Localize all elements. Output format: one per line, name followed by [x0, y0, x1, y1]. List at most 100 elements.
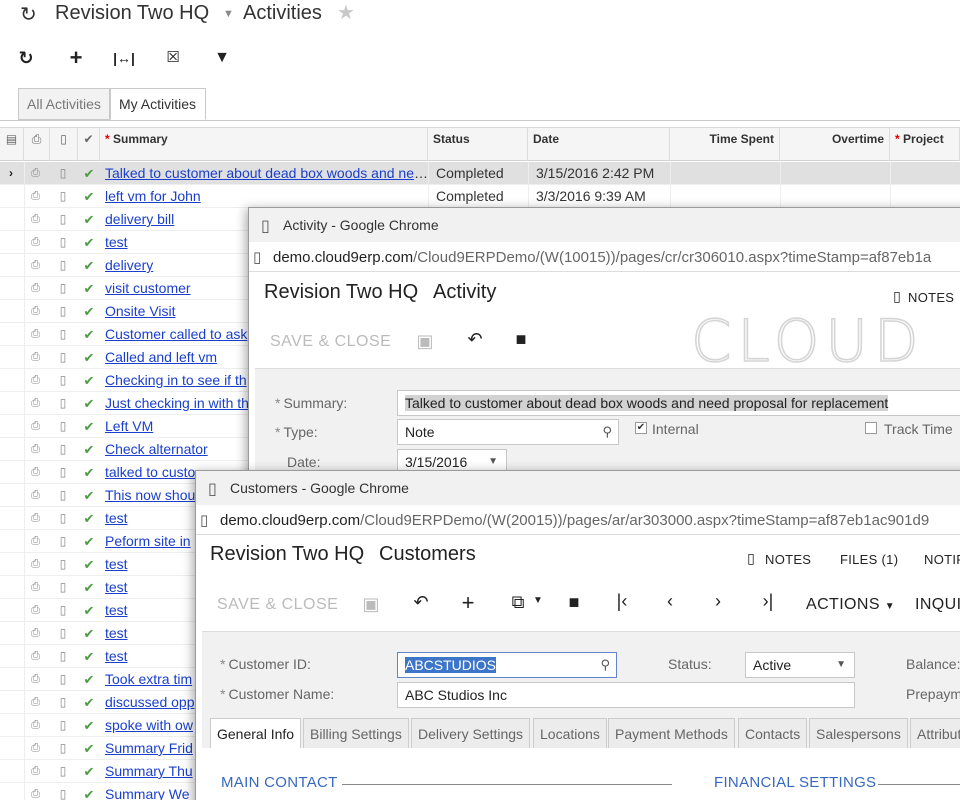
- summary-link[interactable]: Left VM: [105, 418, 153, 434]
- summary-link[interactable]: delivery bill: [105, 211, 174, 227]
- attachment-icon[interactable]: ⎙: [24, 323, 46, 346]
- customers-url-bar[interactable]: ▯ demo.cloud9erp.com/Cloud9ERPDemo/(W(20…: [196, 505, 960, 535]
- activity-window-titlebar[interactable]: ▯ Activity - Google Chrome: [249, 208, 960, 242]
- attachment-icon[interactable]: ⎙: [24, 714, 46, 737]
- chevron-down-icon[interactable]: ▼: [223, 8, 234, 20]
- document-icon[interactable]: ▯: [50, 231, 76, 254]
- document-icon[interactable]: ▯: [50, 369, 76, 392]
- undo-icon[interactable]: ↶: [409, 592, 433, 613]
- add-icon[interactable]: +: [456, 590, 480, 616]
- tab-general-info[interactable]: General Info: [210, 718, 302, 748]
- chevron-down-icon[interactable]: ▼: [526, 595, 550, 606]
- search-icon[interactable]: ⚲: [600, 653, 610, 677]
- attachment-icon[interactable]: ⎙: [24, 530, 46, 553]
- table-row[interactable]: › ⎙ ▯ ✔ Talked to customer about dead box wo…: [0, 162, 960, 185]
- document-icon[interactable]: ▯: [50, 300, 76, 323]
- undo-icon[interactable]: ↶: [463, 329, 487, 350]
- summary-link[interactable]: Summary Thu: [105, 763, 193, 779]
- summary-link[interactable]: test: [105, 510, 128, 526]
- attachment-icon[interactable]: ⎙: [24, 208, 46, 231]
- tab-locations[interactable]: Locations: [533, 718, 607, 748]
- tab-all-activities[interactable]: All Activities: [18, 88, 110, 120]
- notes-button[interactable]: NOTES: [908, 290, 954, 305]
- inquiries-menu[interactable]: INQUI: [915, 596, 960, 614]
- attachment-icon[interactable]: ⎙: [24, 254, 46, 277]
- column-overtime[interactable]: Overtime: [780, 128, 890, 161]
- save-close-button[interactable]: SAVE & CLOSE: [270, 333, 391, 351]
- customer-id-input[interactable]: ABCSTUDIOS ⚲: [397, 652, 617, 678]
- type-select[interactable]: Note ⚲: [397, 419, 619, 445]
- customer-name-input[interactable]: ABC Studios Inc: [397, 682, 855, 708]
- summary-link[interactable]: Called and left vm: [105, 349, 217, 365]
- document-icon[interactable]: ▯: [50, 714, 76, 737]
- previous-record-icon[interactable]: ‹: [658, 591, 682, 612]
- filter-button[interactable]: ▼: [209, 44, 235, 72]
- attachment-icon[interactable]: ⎙: [24, 300, 46, 323]
- tab-payment-methods[interactable]: Payment Methods: [608, 718, 735, 748]
- document-icon[interactable]: ▯: [50, 461, 76, 484]
- save-icon[interactable]: ▣: [413, 331, 437, 352]
- column-summary[interactable]: * Summary: [100, 128, 428, 161]
- attachment-icon[interactable]: ⎙: [24, 645, 46, 668]
- attachment-icon[interactable]: ⎙: [24, 438, 46, 461]
- summary-link[interactable]: delivery: [105, 257, 153, 273]
- summary-link[interactable]: left vm for John: [105, 188, 201, 204]
- document-icon[interactable]: ▯: [50, 783, 76, 800]
- attachment-icon[interactable]: ⎙: [24, 461, 46, 484]
- column-project[interactable]: * Project: [890, 128, 960, 161]
- summary-link[interactable]: visit customer: [105, 280, 191, 296]
- document-icon[interactable]: ▯: [50, 691, 76, 714]
- tab-my-activities[interactable]: My Activities: [110, 88, 206, 120]
- chevron-down-icon[interactable]: ▼: [836, 653, 846, 677]
- column-time-spent[interactable]: Time Spent: [670, 128, 780, 161]
- tab-delivery-settings[interactable]: Delivery Settings: [411, 718, 531, 748]
- delete-icon[interactable]: ■: [509, 329, 533, 350]
- column-status[interactable]: Status: [428, 128, 528, 161]
- internal-checkbox[interactable]: ✔: [635, 422, 647, 434]
- actions-menu[interactable]: ACTIONS ▼: [806, 596, 895, 614]
- summary-link[interactable]: Check alternator: [105, 441, 208, 457]
- save-icon[interactable]: ▣: [359, 594, 383, 615]
- summary-link[interactable]: Summary Frid: [105, 740, 193, 756]
- refresh-icon[interactable]: ↻: [20, 2, 37, 27]
- attachment-icon[interactable]: ⎙: [24, 553, 46, 576]
- attachment-icon[interactable]: ⎙: [24, 737, 46, 760]
- document-icon[interactable]: ▯: [50, 576, 76, 599]
- status-select[interactable]: Active ▼: [745, 652, 855, 678]
- refresh-button[interactable]: ↻: [13, 44, 39, 72]
- last-record-icon[interactable]: ›|: [756, 591, 780, 612]
- summary-link[interactable]: test: [105, 648, 128, 664]
- attachment-icon[interactable]: ⎙: [24, 277, 46, 300]
- document-icon[interactable]: ▯: [50, 277, 76, 300]
- activity-url-bar[interactable]: ▯ demo.cloud9erp.com/Cloud9ERPDemo/(W(10…: [249, 242, 960, 272]
- attachment-icon[interactable]: ⎙: [24, 185, 46, 208]
- company-name[interactable]: Revision Two HQ: [55, 2, 209, 25]
- document-icon[interactable]: ▯: [50, 185, 76, 208]
- attachment-icon[interactable]: ⎙: [24, 369, 46, 392]
- activity-company[interactable]: Revision Two HQ: [264, 281, 418, 304]
- document-icon[interactable]: ▯: [50, 392, 76, 415]
- document-icon[interactable]: ▯: [50, 668, 76, 691]
- document-icon[interactable]: ▯: [50, 622, 76, 645]
- save-close-button[interactable]: SAVE & CLOSE: [217, 596, 338, 614]
- attachment-icon[interactable]: ⎙: [24, 484, 46, 507]
- customers-company[interactable]: Revision Two HQ: [210, 543, 364, 566]
- document-icon[interactable]: ▯: [50, 323, 76, 346]
- attachment-icon[interactable]: ⎙: [24, 576, 46, 599]
- summary-link[interactable]: test: [105, 625, 128, 641]
- attachment-icon[interactable]: ⎙: [24, 668, 46, 691]
- document-icon[interactable]: ▯: [50, 530, 76, 553]
- tab-contacts[interactable]: Contacts: [738, 718, 808, 748]
- summary-link[interactable]: discussed opp: [105, 694, 195, 710]
- notes-icon[interactable]: ▯: [739, 550, 763, 567]
- attachment-icon[interactable]: ⎙: [24, 599, 46, 622]
- notes-icon[interactable]: ▯: [885, 288, 909, 305]
- tab-salespersons[interactable]: Salespersons: [809, 718, 908, 748]
- summary-link[interactable]: spoke with ow: [105, 717, 193, 733]
- document-icon[interactable]: ▯: [50, 553, 76, 576]
- attachment-icon[interactable]: ⎙: [24, 231, 46, 254]
- files-button[interactable]: FILES (1): [840, 552, 898, 567]
- delete-icon[interactable]: ■: [562, 592, 586, 613]
- tab-attributes[interactable]: Attribut: [910, 718, 960, 748]
- summary-link[interactable]: test: [105, 579, 128, 595]
